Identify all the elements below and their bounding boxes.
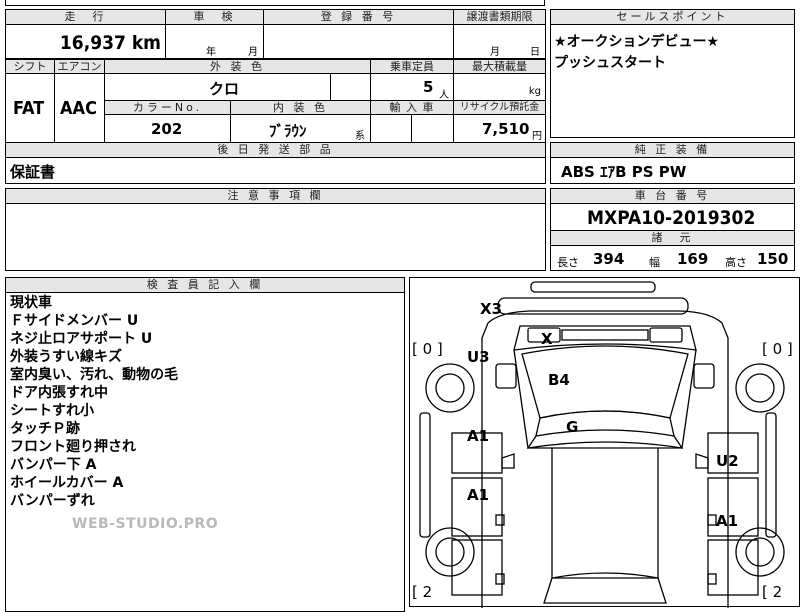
equipment-cell: ABS ｴｱB PS PW <box>550 157 795 184</box>
ext-color-extra <box>330 73 371 101</box>
int-color-value: ﾌﾞﾗｳﾝ <box>269 122 307 140</box>
specs-header: 諸 元 <box>550 230 795 246</box>
import-cell-a <box>370 114 412 143</box>
maxload-unit: kg <box>528 86 541 97</box>
mileage-value: 16,937 km <box>59 32 161 54</box>
mark-a1-left-front: A1 <box>467 427 490 445</box>
inspector-header: 検 査 員 記 入 欄 <box>5 277 405 293</box>
sales-point-line-1: ★オークションデビュー★ <box>554 34 720 50</box>
height-value: 150 <box>757 250 789 268</box>
inspector-line-6: ドア内張すれ中 <box>10 385 108 401</box>
length-value: 394 <box>593 250 625 268</box>
sales-point-header: セールスポイント <box>550 9 795 25</box>
ext-color-value: クロ <box>209 80 240 98</box>
inspector-line-1: 現状車 <box>10 295 52 311</box>
capacity-unit: 人 <box>439 90 449 101</box>
notes-header: 注 意 事 項 欄 <box>5 188 546 204</box>
chassis-cell: MXPA10-2019302 <box>550 203 795 231</box>
later-parts-value: 保証書 <box>10 163 56 181</box>
mileage-cell: 16,937 km <box>5 24 166 59</box>
height-label: 高さ <box>725 256 747 269</box>
inspector-line-8: タッチＰ跡 <box>10 421 80 437</box>
ac-value: AAC <box>60 98 97 119</box>
recycle-value: 7,510 <box>482 120 530 138</box>
top-strip <box>5 0 545 6</box>
color-no-value: 202 <box>151 120 183 138</box>
width-value: 169 <box>677 250 709 268</box>
color-no-header: カラーNo. <box>104 100 231 115</box>
recycle-cell: 7,510 円 <box>453 114 546 143</box>
mark-a1-left-rear: A1 <box>467 486 490 504</box>
inspection-header: 車 検 <box>165 9 264 25</box>
later-parts-header: 後 日 発 送 部 品 <box>5 142 546 158</box>
tire-front-right: [ 0 ] <box>762 340 793 358</box>
car-diagram: [ 0 ] [ 0 ] [ 2 [ 2 X3 X U3 B4 G A1 A1 U… <box>409 277 800 608</box>
color-no-cell: 202 <box>104 114 231 143</box>
mark-u2: U2 <box>716 452 739 470</box>
inspector-line-7: シートすれ小 <box>10 403 94 419</box>
inspector-line-10: バンパー下 A <box>10 457 97 473</box>
inspector-line-9: フロント廻り押され <box>10 439 136 455</box>
inspection-month: 月 <box>248 47 258 58</box>
import-header: 輸 入 車 <box>370 100 454 115</box>
inspection-cell: 年 月 <box>165 24 264 59</box>
tire-rear-right: [ 2 <box>762 583 783 601</box>
length-label: 長さ <box>557 256 579 269</box>
inspector-line-11: ホイールカバー A <box>10 475 124 491</box>
chassis-header: 車 台 番 号 <box>550 188 795 204</box>
registration-cell <box>263 24 454 59</box>
int-color-suffix: 系 <box>355 131 365 142</box>
capacity-header: 乗車定員 <box>370 59 454 74</box>
inspector-line-4: 外装うすい線キズ <box>10 349 122 365</box>
mark-x: X <box>541 330 553 348</box>
ac-header: エアコン <box>54 59 105 74</box>
inspector-cell: 現状車 Ｆサイドメンバー U ネジ止ロアサポート U 外装うすい線キズ 室内臭い… <box>5 292 405 612</box>
mark-u3: U3 <box>467 348 490 366</box>
shift-cell: FAT <box>5 73 55 143</box>
int-color-header: 内 装 色 <box>230 100 371 115</box>
equipment-header: 純 正 装 備 <box>550 142 795 158</box>
shift-value: FAT <box>13 98 45 119</box>
shift-header: シフト <box>5 59 55 74</box>
recycle-header: リサイクル預託金 <box>453 100 546 115</box>
watermark: WEB-STUDIO.PRO <box>72 516 219 532</box>
transfer-cell: 月 日 <box>453 24 546 59</box>
ext-color-cell: クロ <box>104 73 331 101</box>
specs-cell: 長さ 394 幅 169 高さ 150 <box>550 245 795 271</box>
inspector-line-12: バンパーずれ <box>10 493 95 509</box>
maxload-cell: kg <box>453 73 546 101</box>
notes-cell <box>5 203 546 271</box>
recycle-unit: 円 <box>532 131 542 142</box>
inspector-line-2: Ｆサイドメンバー U <box>10 313 139 329</box>
sales-point-line-2: プッシュスタート <box>554 55 666 71</box>
mark-b4: B4 <box>548 371 570 389</box>
transfer-header: 譲渡書類期限 <box>453 9 546 25</box>
width-label: 幅 <box>649 256 660 269</box>
registration-header: 登 録 番 号 <box>263 9 454 25</box>
inspection-year: 年 <box>206 47 216 58</box>
mark-a1-right: A1 <box>716 512 739 530</box>
inspector-line-5: 室内臭い、汚れ、動物の毛 <box>10 367 179 383</box>
tire-rear-left: [ 2 <box>412 583 433 601</box>
inspector-line-3: ネジ止ロアサポート U <box>10 331 153 347</box>
sales-point-box: ★オークションデビュー★ プッシュスタート <box>550 24 795 138</box>
capacity-cell: 5 人 <box>370 73 454 101</box>
import-cell-b <box>411 114 454 143</box>
chassis-value: MXPA10-2019302 <box>587 207 756 229</box>
maxload-header: 最大積載量 <box>453 59 546 74</box>
ext-color-header: 外 装 色 <box>104 59 371 74</box>
transfer-day: 日 <box>530 47 540 58</box>
capacity-value: 5 <box>423 78 434 96</box>
equipment-value: ABS ｴｱB PS PW <box>561 163 687 181</box>
ac-cell: AAC <box>54 73 105 143</box>
mark-g: G <box>566 418 579 436</box>
tire-front-left: [ 0 ] <box>412 340 443 358</box>
later-parts-cell: 保証書 <box>5 157 546 184</box>
transfer-month: 月 <box>490 47 500 58</box>
int-color-cell: ﾌﾞﾗｳﾝ 系 <box>230 114 371 143</box>
mark-x3: X3 <box>480 300 503 318</box>
mileage-header: 走 行 <box>5 9 166 25</box>
